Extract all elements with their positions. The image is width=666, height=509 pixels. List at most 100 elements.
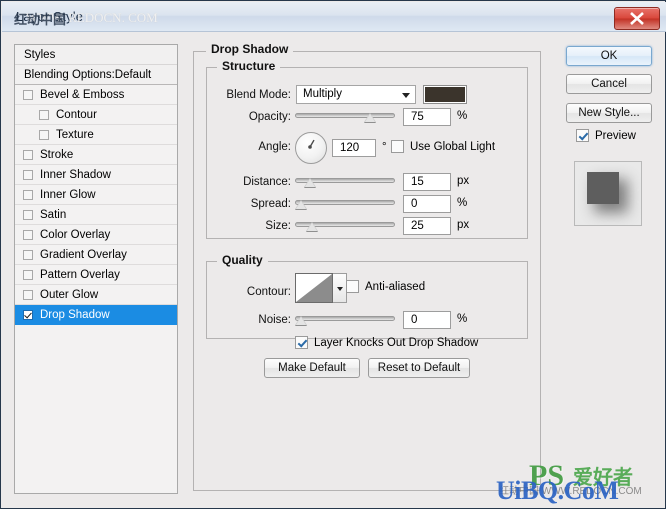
effect-checkbox[interactable] <box>23 149 33 160</box>
effect-label: Inner Glow <box>40 188 96 201</box>
contour-preset-thumbnail[interactable] <box>295 273 333 303</box>
effect-checkbox[interactable] <box>23 289 33 300</box>
effect-label: Pattern Overlay <box>40 268 120 281</box>
blending-options-row[interactable]: Blending Options:Default <box>15 65 177 85</box>
spread-slider[interactable] <box>295 196 395 210</box>
structure-group-title: Structure <box>217 59 281 73</box>
preview-square <box>587 172 619 204</box>
anti-aliased-label: Anti-aliased <box>365 280 426 293</box>
use-global-light-label: Use Global Light <box>410 140 496 153</box>
blend-mode-select[interactable]: Multiply <box>296 85 416 104</box>
slider-track <box>295 200 395 205</box>
layer-knocks-out-checkbox[interactable]: Layer Knocks Out Drop Shadow <box>295 336 478 349</box>
blend-mode-value: Multiply <box>303 88 342 100</box>
effect-checkbox[interactable] <box>23 189 33 200</box>
effect-row-inner-glow[interactable]: Inner Glow <box>15 185 177 205</box>
slider-thumb[interactable] <box>364 113 376 122</box>
effect-checkbox[interactable] <box>23 249 33 260</box>
opacity-slider[interactable] <box>295 109 395 123</box>
effect-label: Color Overlay <box>40 228 111 241</box>
effect-row-satin[interactable]: Satin <box>15 205 177 225</box>
noise-input[interactable]: 0 <box>403 311 451 329</box>
contour-label: Contour: <box>246 286 291 298</box>
slider-thumb[interactable] <box>295 316 307 325</box>
effect-label: Texture <box>56 128 94 141</box>
noise-slider[interactable] <box>295 312 395 326</box>
effect-checkbox[interactable] <box>39 129 49 140</box>
close-icon <box>630 12 644 25</box>
effect-label: Stroke <box>40 148 74 161</box>
effect-checkbox[interactable] <box>39 109 49 120</box>
effect-row-drop-shadow[interactable]: Drop Shadow <box>15 305 177 325</box>
noise-label: Noise: <box>258 314 291 326</box>
contour-dropdown-button[interactable] <box>333 273 347 303</box>
effect-label: Satin <box>40 208 67 221</box>
effect-label: Bevel & Emboss <box>40 88 125 101</box>
angle-dial[interactable] <box>295 132 327 164</box>
drop-shadow-group-title: Drop Shadow <box>206 42 294 56</box>
checkbox-box <box>295 336 308 349</box>
distance-unit: px <box>457 175 470 187</box>
opacity-label: Opacity: <box>248 111 291 123</box>
layer-style-dialog: Layer Style WWW. REDOCN. COM 红动中国 Styles… <box>0 0 666 509</box>
effect-row-texture[interactable]: Texture <box>15 125 177 145</box>
quality-group-title: Quality <box>217 253 268 267</box>
effect-checkbox[interactable] <box>23 89 33 100</box>
make-default-button[interactable]: Make Default <box>264 358 360 378</box>
spread-input[interactable]: 0 <box>403 195 451 213</box>
effect-label: Drop Shadow <box>40 308 110 321</box>
cancel-button[interactable]: Cancel <box>566 74 652 94</box>
reset-to-default-button[interactable]: Reset to Default <box>368 358 470 378</box>
watermark-title-cn: 红动中国 <box>14 12 67 27</box>
effect-row-stroke[interactable]: Stroke <box>15 145 177 165</box>
effect-row-color-overlay[interactable]: Color Overlay <box>15 225 177 245</box>
checkbox-box <box>346 280 359 293</box>
effects-list[interactable]: Bevel & Emboss Contour Texture Stroke Inner … <box>15 85 177 325</box>
ok-button[interactable]: OK <box>566 46 652 66</box>
spread-label: Spread: <box>250 198 291 210</box>
noise-unit: % <box>457 313 468 325</box>
size-slider[interactable] <box>295 218 395 232</box>
slider-thumb[interactable] <box>304 178 316 187</box>
styles-list-panel[interactable]: Styles Blending Options:Default Bevel & … <box>14 44 178 494</box>
effect-row-contour[interactable]: Contour <box>15 105 177 125</box>
effect-checkbox[interactable] <box>23 209 33 220</box>
effect-label: Inner Shadow <box>40 168 111 181</box>
checkbox-box <box>391 140 404 153</box>
angle-label: Angle: <box>258 141 291 153</box>
size-unit: px <box>457 219 470 231</box>
effect-row-pattern-overlay[interactable]: Pattern Overlay <box>15 265 177 285</box>
watermark-uibq: UiBQ.CoM <box>496 476 619 505</box>
effect-checkbox[interactable] <box>23 169 33 180</box>
checkbox-box <box>576 129 589 142</box>
title-bar: Layer Style WWW. REDOCN. COM 红动中国 <box>2 2 666 32</box>
slider-thumb[interactable] <box>295 200 307 209</box>
effect-checkbox[interactable] <box>23 229 33 240</box>
styles-list-header[interactable]: Styles <box>15 45 177 65</box>
layer-knocks-out-label: Layer Knocks Out Drop Shadow <box>314 336 479 349</box>
preview-label: Preview <box>595 129 636 142</box>
effect-label: Outer Glow <box>40 288 99 301</box>
effect-row-bevel-emboss[interactable]: Bevel & Emboss <box>15 85 177 105</box>
distance-slider[interactable] <box>295 174 395 188</box>
contour-curve-icon <box>296 274 332 302</box>
preview-checkbox[interactable]: Preview <box>576 129 636 142</box>
angle-input[interactable]: 120 <box>332 139 376 157</box>
shadow-color-swatch[interactable] <box>423 85 467 104</box>
opacity-unit: % <box>457 110 468 122</box>
effect-row-gradient-overlay[interactable]: Gradient Overlay <box>15 245 177 265</box>
anti-aliased-checkbox[interactable]: Anti-aliased <box>346 280 425 293</box>
distance-input[interactable]: 15 <box>403 173 451 191</box>
size-input[interactable]: 25 <box>403 217 451 235</box>
close-button[interactable] <box>614 7 660 30</box>
effect-row-outer-glow[interactable]: Outer Glow <box>15 285 177 305</box>
new-style-button[interactable]: New Style... <box>566 103 652 123</box>
blend-mode-label: Blend Mode: <box>226 89 291 101</box>
effect-row-inner-shadow[interactable]: Inner Shadow <box>15 165 177 185</box>
effect-checkbox[interactable] <box>23 269 33 280</box>
distance-label: Distance: <box>243 176 291 188</box>
opacity-input[interactable]: 75 <box>403 108 451 126</box>
slider-thumb[interactable] <box>306 222 318 231</box>
effect-checkbox[interactable] <box>23 309 33 320</box>
use-global-light-checkbox[interactable]: Use Global Light <box>391 140 495 153</box>
